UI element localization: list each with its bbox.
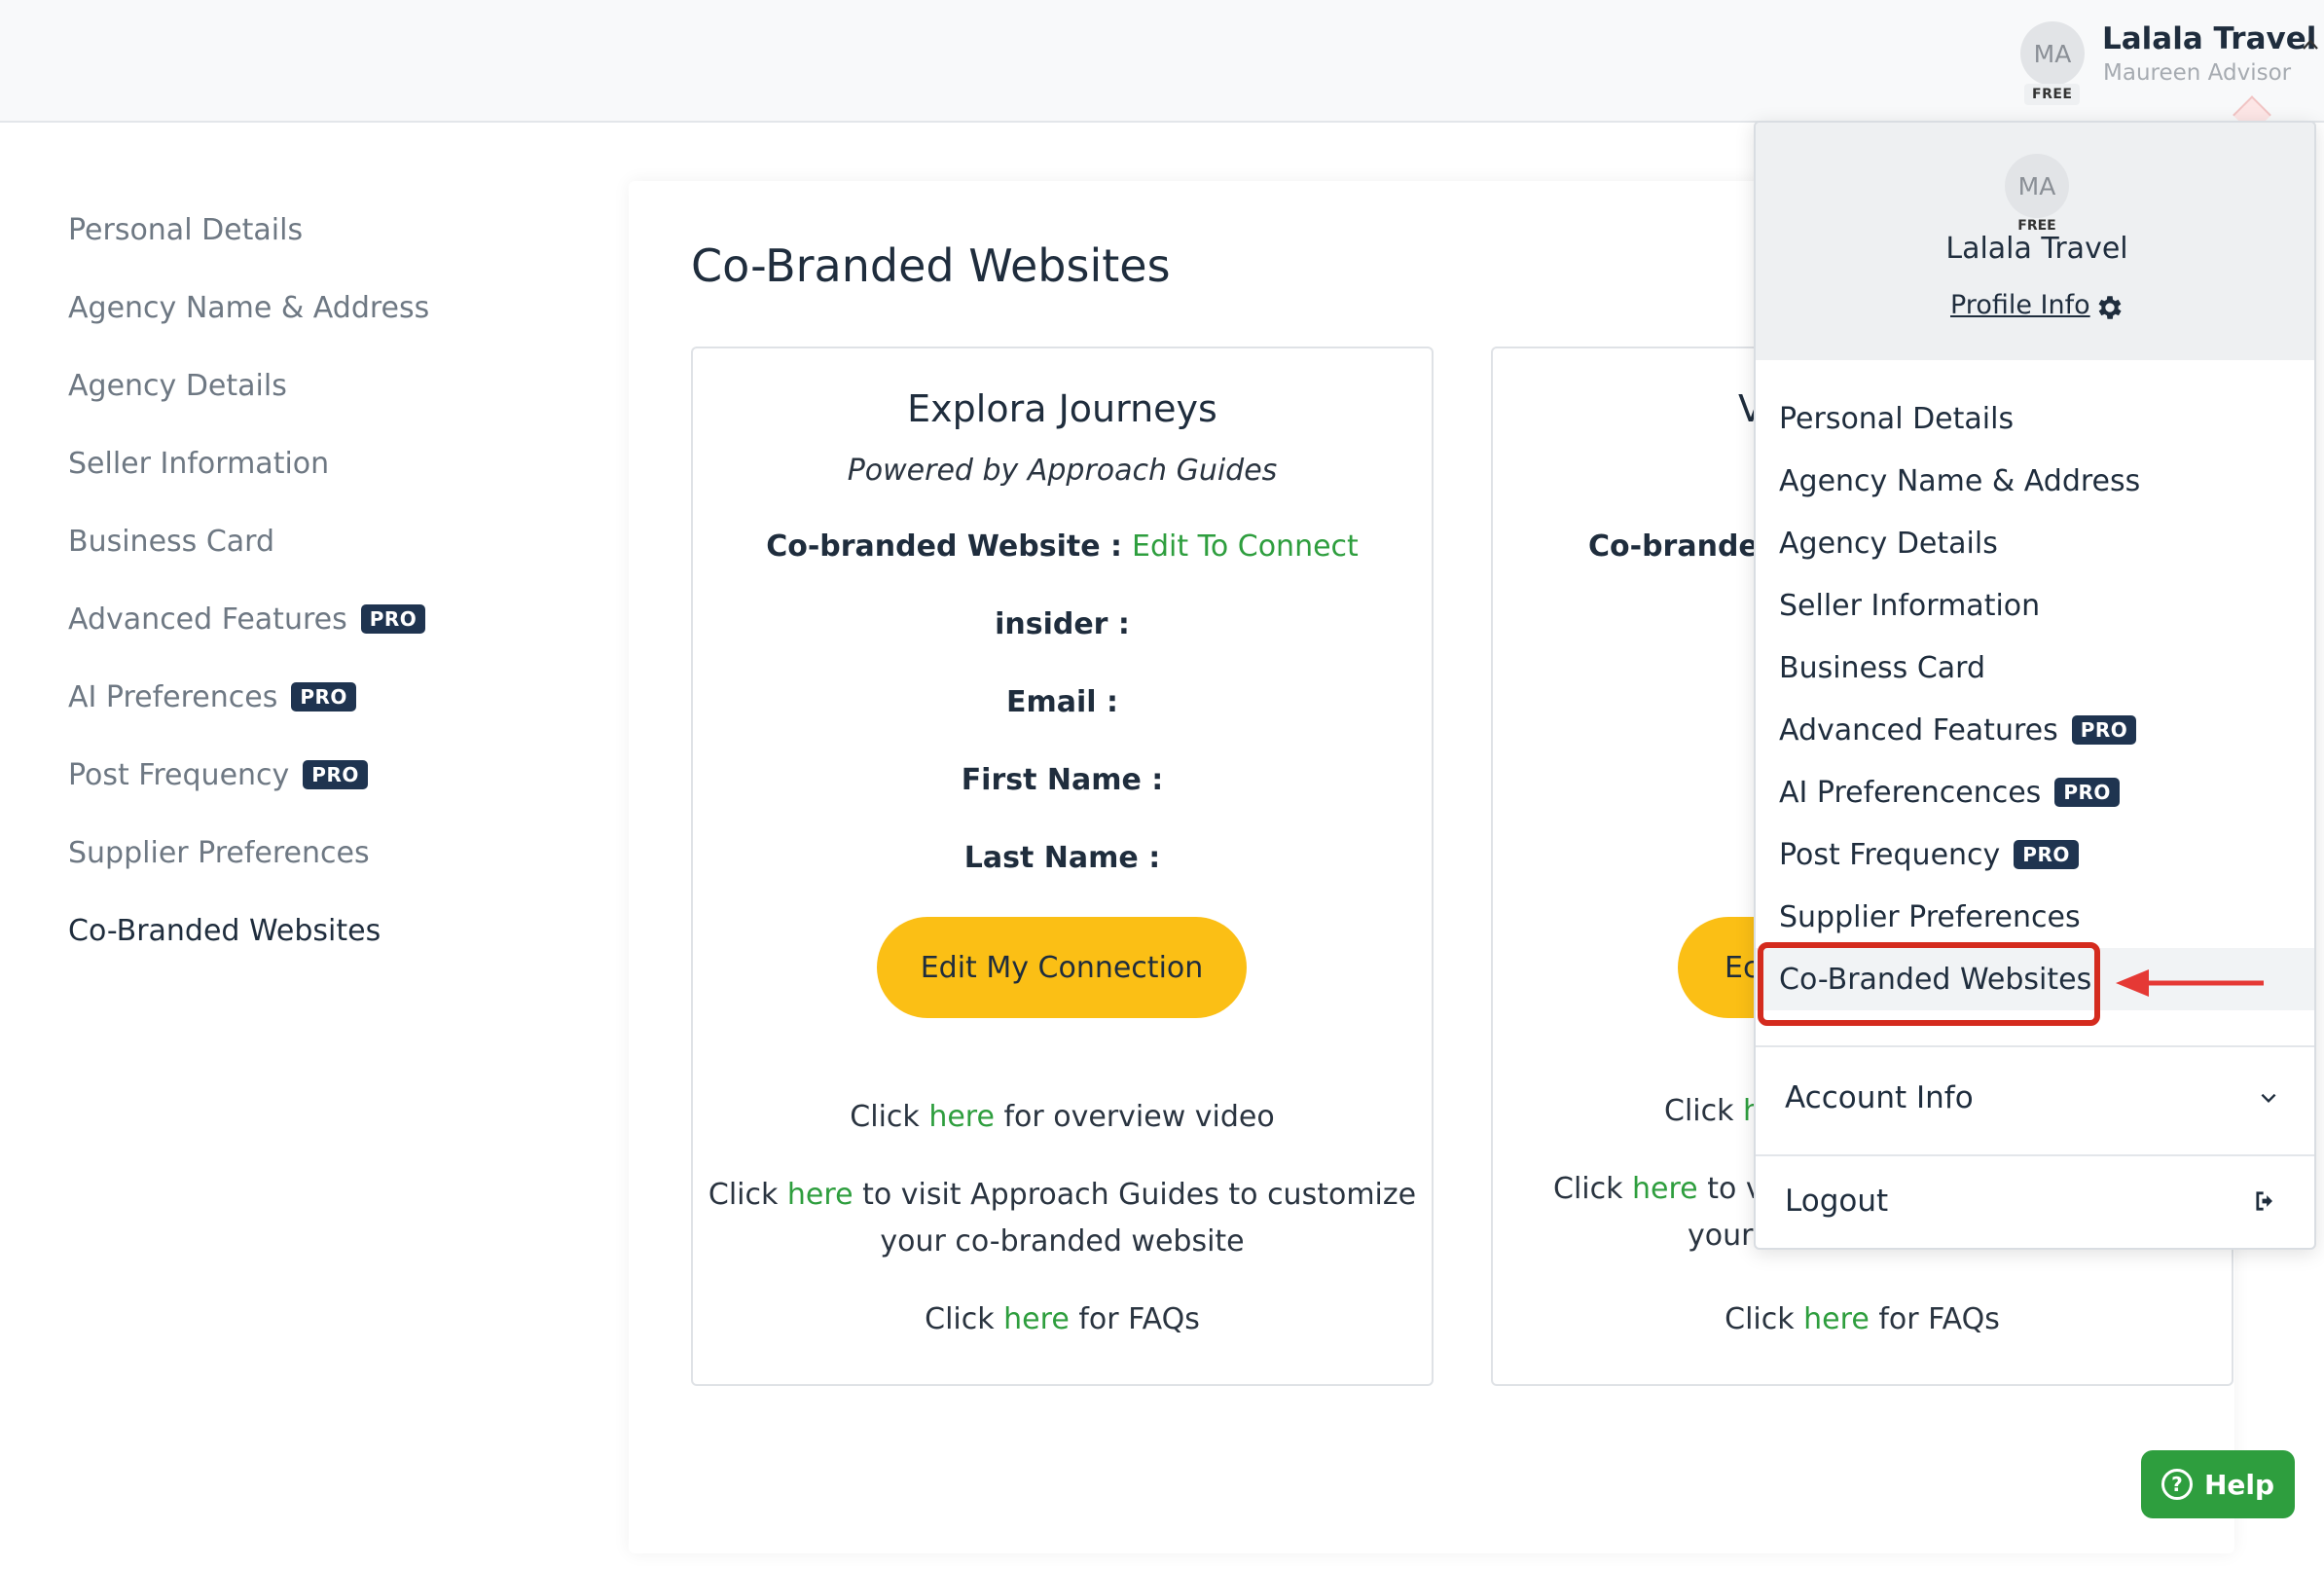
visit-approach-guides-text: Click here to visit Approach Guides to c… [708,1178,1417,1259]
first-name-label: First Name : [961,763,1164,797]
dropdown-item-seller-information[interactable]: Seller Information [1756,574,2314,637]
help-label: Help [2203,1468,2275,1501]
faq-link[interactable]: here [1003,1302,1070,1336]
sidebar-item-post-frequency[interactable]: Post Frequency PRO [68,736,429,814]
account-dropdown-menu: MA FREE Lalala Travel Profile Info Perso… [1754,121,2316,1250]
dropdown-agency-name: Lalala Travel [1945,232,2128,266]
pro-badge: PRO [2054,778,2120,807]
sidebar-item-agency-name-address[interactable]: Agency Name & Address [68,269,429,347]
sidebar-item-ai-preferences[interactable]: AI Preferences PRO [68,658,429,736]
account-info-toggle[interactable]: Account Info [1756,1047,2314,1149]
sidebar-item-label: Business Card [68,524,275,559]
pro-badge: PRO [303,760,368,789]
pro-badge: PRO [291,682,356,712]
overview-video-text-partial: Click h [1664,1094,1762,1128]
overview-video-text: Click here for overview video [850,1100,1275,1134]
settings-sidebar: Personal Details Agency Name & Address A… [68,191,429,969]
question-circle-icon: ? [2161,1469,2193,1500]
help-button[interactable]: ? Help [2141,1450,2295,1518]
header-agency-name[interactable]: Lalala Travel [2102,21,2316,56]
visit-link[interactable]: here [1632,1172,1698,1206]
pro-badge: PRO [360,604,426,634]
dropdown-item-ai-preferences[interactable]: AI Preferencences PRO [1756,761,2314,823]
page-title: Co-Branded Websites [691,239,1171,292]
sidebar-item-label: Advanced Features [68,602,347,637]
overview-video-link[interactable]: here [928,1100,995,1134]
profile-info-link[interactable]: Profile Info [1950,290,2090,320]
last-name-label: Last Name : [963,841,1161,875]
dropdown-item-agency-details[interactable]: Agency Details [1756,512,2314,574]
faq-text: Click here for FAQs [1725,1302,2000,1336]
plan-badge: FREE [2024,84,2081,105]
pro-badge: PRO [2014,840,2079,869]
sidebar-item-business-card[interactable]: Business Card [68,502,429,580]
logout-icon [2256,1191,2272,1211]
faq-text: Click here for FAQs [925,1302,1200,1336]
arrow-left-icon [2116,969,2264,997]
gear-icon[interactable] [2094,292,2125,323]
dropdown-item-business-card[interactable]: Business Card [1756,637,2314,699]
sidebar-item-label: Supplier Preferences [68,835,370,870]
user-avatar[interactable]: MA [2020,21,2085,86]
sidebar-item-label: Personal Details [68,212,304,247]
chevron-down-icon [2261,1093,2276,1104]
card-title: Explora Journeys [907,387,1217,430]
sidebar-item-label: Co-Branded Websites [68,913,381,948]
co-branded-website-label: Co-branded Website : [766,529,1122,564]
visit-line2-partial: your [1688,1219,1754,1253]
co-branded-website-label-partial: Co-brande [1588,529,1759,564]
email-label: Email : [1005,685,1118,719]
dropdown-item-supplier-preferences[interactable]: Supplier Preferences [1756,886,2314,948]
dropdown-item-personal-details[interactable]: Personal Details [1756,387,2314,450]
faq-link[interactable]: here [1803,1302,1870,1336]
sidebar-item-personal-details[interactable]: Personal Details [68,191,429,269]
sidebar-item-co-branded-websites[interactable]: Co-Branded Websites [68,892,429,969]
edit-to-connect-link[interactable]: Edit To Connect [1132,529,1359,564]
sidebar-item-supplier-preferences[interactable]: Supplier Preferences [68,814,429,892]
pro-badge: PRO [2071,715,2137,745]
logout-label: Logout [1785,1184,1889,1219]
dropdown-item-post-frequency[interactable]: Post Frequency PRO [1756,823,2314,886]
dropdown-item-agency-name-address[interactable]: Agency Name & Address [1756,450,2314,512]
sidebar-item-label: Agency Name & Address [68,290,430,325]
sidebar-item-agency-details[interactable]: Agency Details [68,347,429,424]
sidebar-item-label: Post Frequency [68,757,290,792]
dropdown-profile-header: MA FREE Lalala Travel Profile Info [1756,123,2314,360]
co-branded-website-row: Co-branded Website : Edit To Connect [693,529,1432,564]
edit-my-connection-button[interactable]: Edit My Connection [877,917,1247,1018]
sidebar-item-label: AI Preferences [68,679,278,714]
sidebar-item-label: Agency Details [68,368,287,403]
sidebar-item-seller-information[interactable]: Seller Information [68,424,429,502]
dropdown-item-advanced-features[interactable]: Advanced Features PRO [1756,699,2314,761]
insider-label: insider : [995,607,1130,641]
sidebar-item-advanced-features[interactable]: Advanced Features PRO [68,580,429,658]
header-user-name: Maureen Advisor [2103,60,2292,86]
top-bar: MA FREE Lalala Travel Maureen Advisor [0,0,2324,123]
visit-text-partial: Click here to vi [1553,1172,1771,1206]
explora-journeys-card: Explora Journeys Powered by Approach Gui… [691,347,1434,1386]
sidebar-item-label: Seller Information [68,446,330,481]
card-subtitle: Powered by Approach Guides [847,454,1278,488]
account-info-label: Account Info [1785,1080,1974,1115]
dropdown-nav-list: Personal Details Agency Name & Address A… [1756,387,2314,1010]
logout-button[interactable]: Logout [1756,1150,2314,1248]
chevron-up-icon[interactable] [2301,35,2320,55]
approach-guides-link[interactable]: here [787,1178,853,1212]
dropdown-avatar: MA [2005,154,2069,218]
